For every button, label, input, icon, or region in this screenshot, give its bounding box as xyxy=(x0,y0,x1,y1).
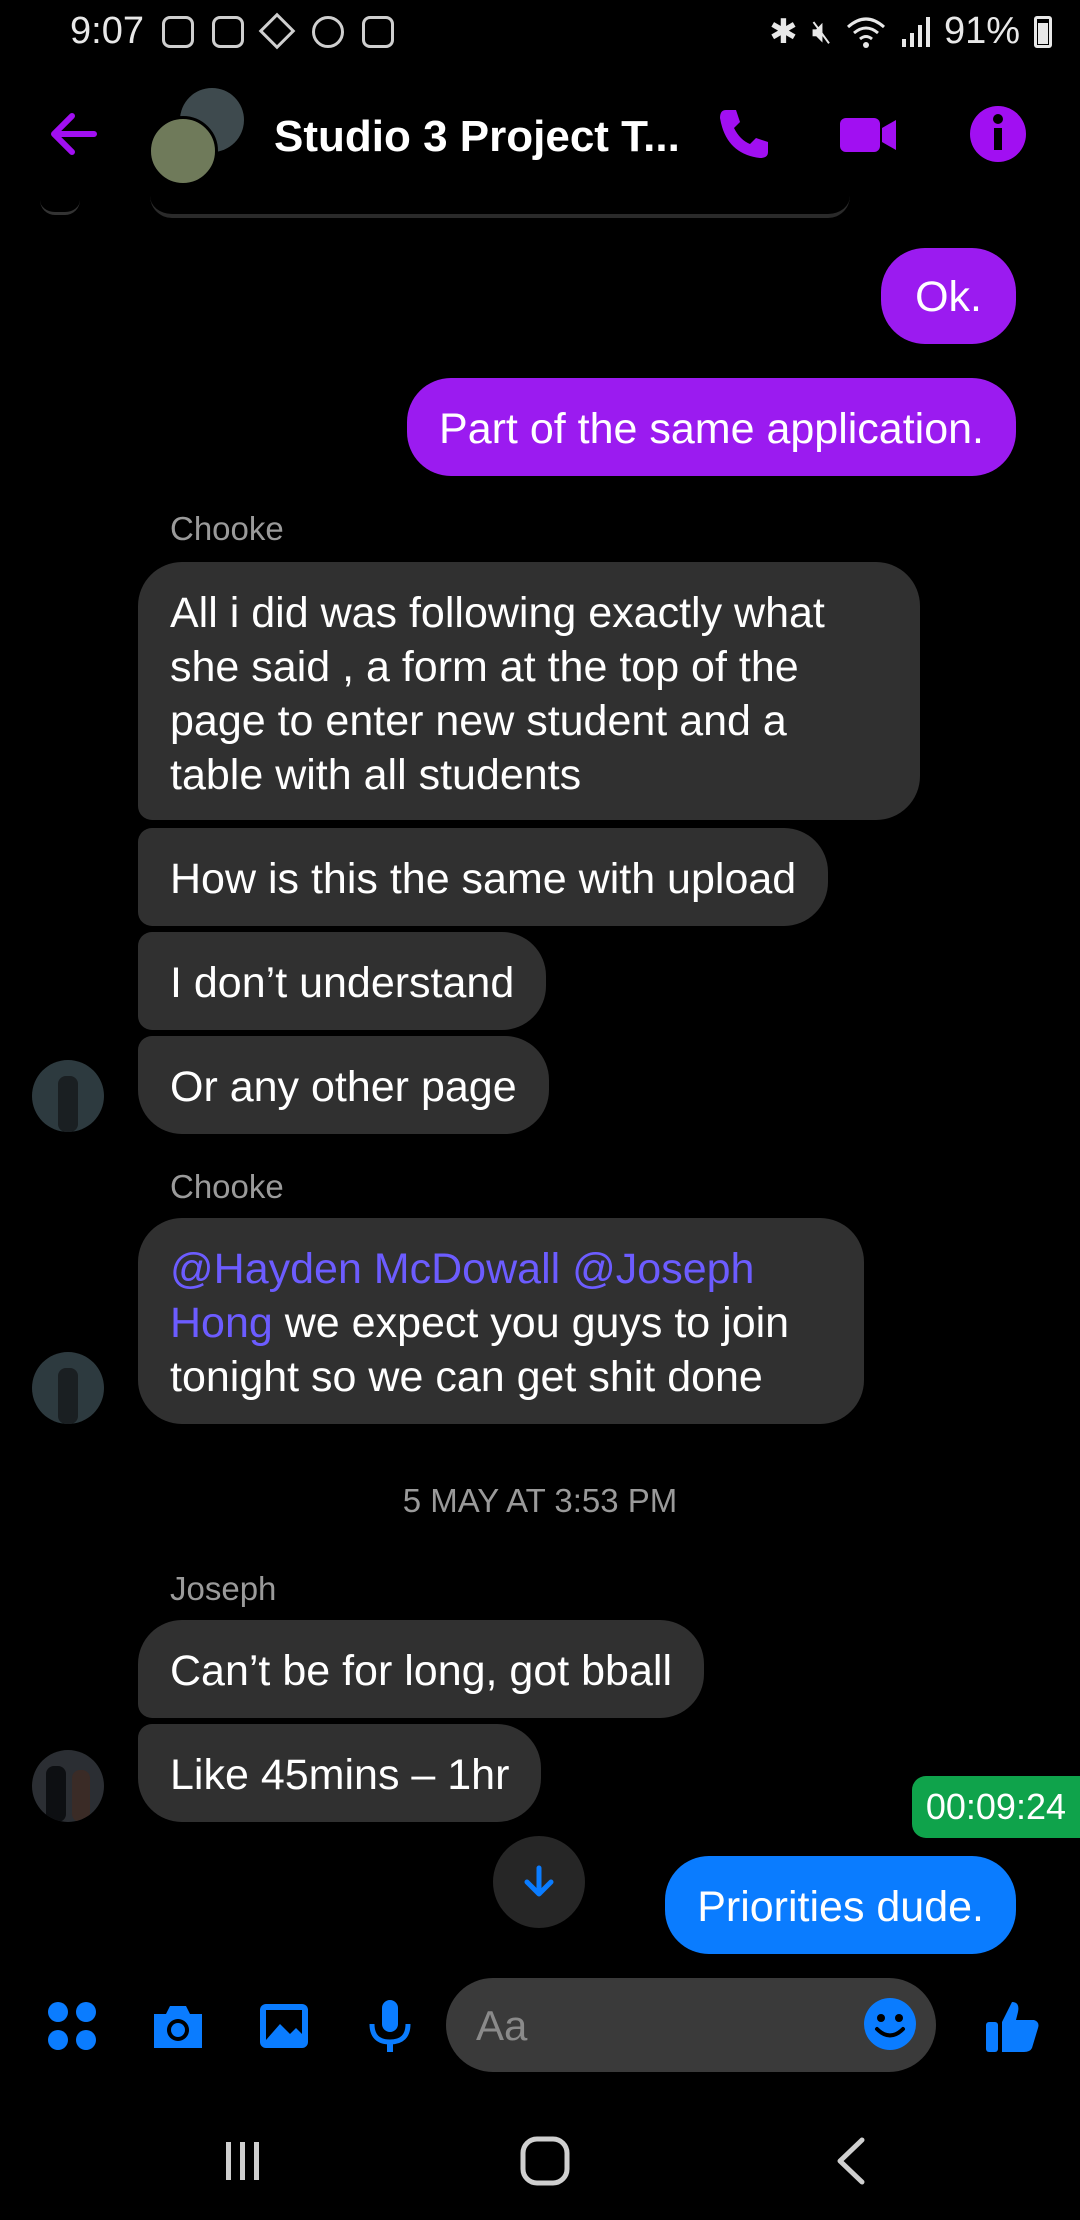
outgoing-message[interactable]: Part of the same application. xyxy=(407,378,1016,476)
mute-icon: 🔇︎ xyxy=(811,12,832,49)
incoming-message[interactable]: Can’t be for long, got bball xyxy=(138,1620,704,1718)
message-line: @Hayden McDowall @Joseph xyxy=(170,1242,832,1296)
message-text: Priorities dude. xyxy=(697,1883,984,1931)
back-icon[interactable] xyxy=(826,2134,876,2188)
bluetooth-icon: ✱ xyxy=(769,12,798,51)
microphone-icon[interactable] xyxy=(360,1996,420,2056)
recent-apps-icon[interactable] xyxy=(218,2136,268,2186)
sender-name: Joseph xyxy=(170,1570,277,1607)
outgoing-message[interactable]: Ok. xyxy=(881,248,1016,344)
outgoing-message[interactable]: Priorities dude. xyxy=(665,1856,1016,1954)
status-time: 9:07 xyxy=(70,10,144,52)
chat-title[interactable]: Studio 3 Project T... xyxy=(274,112,680,162)
binance-icon xyxy=(258,12,296,50)
incoming-message[interactable]: @Hayden McDowall @Joseph Hong we expect … xyxy=(138,1218,864,1424)
message-line: tonight so we can get shit done xyxy=(170,1353,763,1401)
incoming-message[interactable]: I don’t understand xyxy=(138,932,547,1030)
gallery-icon[interactable] xyxy=(254,1996,314,2056)
back-arrow-icon[interactable] xyxy=(44,104,104,164)
message-text: Like 45mins – 1hr xyxy=(170,1751,510,1799)
video-call-icon[interactable] xyxy=(836,102,900,166)
incoming-message[interactable]: All i did was following exactly what she… xyxy=(138,562,920,820)
system-nav-bar xyxy=(0,2110,1080,2220)
composer: Aa xyxy=(0,1966,1080,2086)
message-text: I don’t understand xyxy=(170,959,515,1007)
emoji-icon[interactable] xyxy=(860,1994,920,2054)
info-icon[interactable] xyxy=(966,102,1030,166)
camera-icon[interactable] xyxy=(148,1996,208,2056)
notification-icon xyxy=(162,16,194,48)
apps-menu-icon[interactable] xyxy=(42,1996,102,2056)
scrolled-avatar-edge xyxy=(40,200,80,215)
message-text: Can’t be for long, got bball xyxy=(170,1647,672,1695)
message-line: page to enter new student and a xyxy=(170,697,787,745)
battery-percent: 91% xyxy=(943,10,1020,52)
phone-icon[interactable] xyxy=(712,102,776,166)
mention-link[interactable]: @Hayden McDowall xyxy=(170,1245,560,1293)
recording-timer: 00:09:24 xyxy=(911,1776,1080,1838)
message-line: All i did was following exactly what xyxy=(170,589,825,637)
home-icon[interactable] xyxy=(518,2134,572,2188)
notification-icon xyxy=(362,16,394,48)
message-text: Or any other page xyxy=(170,1063,517,1111)
message-line: table with all students xyxy=(170,751,582,799)
sender-name: Chooke xyxy=(170,510,284,547)
message-text: How is this the same with upload xyxy=(170,855,797,903)
status-right: ✱ 🔇︎ 91% xyxy=(769,10,1052,53)
incoming-message[interactable]: How is this the same with upload xyxy=(138,828,829,926)
incoming-message[interactable]: Like 45mins – 1hr xyxy=(138,1724,542,1822)
avatar xyxy=(148,116,218,186)
incoming-message[interactable]: Or any other page xyxy=(138,1036,549,1134)
messenger-icon xyxy=(312,16,344,48)
group-avatar[interactable] xyxy=(148,88,248,188)
message-text: Part of the same application. xyxy=(439,405,984,453)
scrolled-bubble-edge xyxy=(150,196,850,218)
like-thumb-icon[interactable] xyxy=(982,1996,1042,2056)
mention-link[interactable]: @Joseph xyxy=(572,1245,754,1293)
signal-icon xyxy=(901,16,930,47)
battery-icon xyxy=(1034,15,1052,48)
wifi-icon xyxy=(846,17,885,48)
message-text: we expect you guys to join xyxy=(272,1299,790,1347)
avatar[interactable] xyxy=(32,1352,104,1424)
notification-icon xyxy=(212,16,244,48)
scroll-to-bottom-button[interactable] xyxy=(493,1836,585,1928)
status-bar: 9:07 ✱ 🔇︎ 91% xyxy=(0,0,1080,66)
sender-name: Chooke xyxy=(170,1168,284,1205)
arrow-down-icon xyxy=(524,1865,554,1897)
mention-link[interactable]: Hong xyxy=(170,1299,273,1347)
message-input-placeholder: Aa xyxy=(476,2002,528,2049)
message-line: she said , a form at the top of the xyxy=(170,643,799,691)
chat-header: Studio 3 Project T... xyxy=(0,66,1080,206)
avatar[interactable] xyxy=(32,1060,104,1132)
message-timestamp: 5 MAY AT 3:53 PM xyxy=(402,1482,678,1519)
avatar[interactable] xyxy=(32,1750,104,1822)
message-text: Ok. xyxy=(915,273,982,321)
message-line: Hong we expect you guys to join xyxy=(170,1296,832,1350)
